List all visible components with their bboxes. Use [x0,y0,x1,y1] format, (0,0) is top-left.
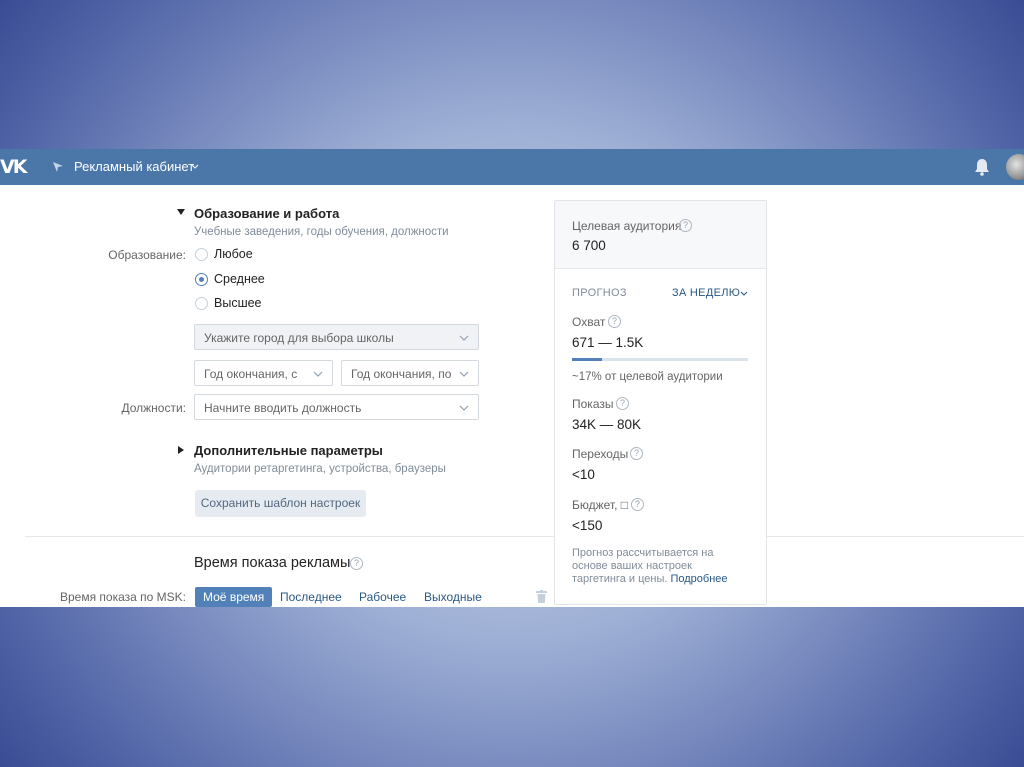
help-icon[interactable]: ? [350,557,363,570]
tab-last[interactable]: Последнее [280,589,342,605]
forecast-label: ПРОГНОЗ [572,287,627,299]
reach-progress-fill [572,358,602,361]
chevron-down-icon [459,405,469,411]
position-field-label: Должности: [121,401,186,415]
chevron-down-icon [313,371,323,377]
impressions-value: 34K — 80K [572,417,642,432]
school-city-placeholder: Укажите город для выбора школы [204,331,394,345]
collapse-arrow-icon[interactable] [177,209,185,215]
graduation-year-to-select[interactable]: Год окончания, по [341,360,479,386]
tab-working[interactable]: Рабочее [359,589,406,605]
reach-note: ~17% от целевой аудитории [572,371,723,383]
help-icon[interactable]: ? [608,315,621,328]
reach-label: Охват [572,315,606,329]
reach-value: 671 — 1.5K [572,335,644,350]
extra-params-subtitle: Аудитории ретаргетинга, устройства, брау… [194,463,446,475]
help-icon[interactable]: ? [616,397,629,410]
bell-icon[interactable] [974,158,990,176]
screenshot-frame: VK Рекламный кабинет Образование и работ… [0,149,1024,607]
extra-params-title[interactable]: Дополнительные параметры [194,443,383,459]
chevron-down-icon [459,371,469,377]
section-divider [25,536,1024,537]
expand-arrow-icon[interactable] [178,446,184,454]
clicks-label: Переходы [572,447,629,461]
help-icon[interactable]: ? [630,447,643,460]
budget-value: <150 [572,518,603,533]
chevron-down-icon[interactable] [191,164,199,170]
help-icon[interactable]: ? [631,498,644,511]
radio-higher[interactable] [195,297,208,310]
graduation-year-to-placeholder: Год окончания, по [351,367,452,381]
graduation-year-from-placeholder: Год окончания, с [204,367,298,381]
school-city-select[interactable]: Укажите город для выбора школы [194,324,479,350]
trash-icon[interactable] [536,590,547,603]
education-field-label: Образование: [108,248,186,262]
forecast-panel: Целевая аудитория ? 6 700 ПРОГНОЗ ЗА НЕД… [554,200,767,605]
help-icon[interactable]: ? [679,219,692,232]
forecast-note: Прогноз рассчитывается на основе ваших н… [572,547,747,586]
radio-secondary-label[interactable]: Среднее [214,271,265,287]
avatar[interactable] [1006,154,1024,180]
reach-progress-bar [572,358,748,361]
budget-label: Бюджет, □ [572,498,628,512]
radio-any[interactable] [195,248,208,261]
target-audience-label: Целевая аудитория [572,219,682,233]
pointer-icon [53,162,63,172]
radio-higher-label[interactable]: Высшее [214,295,262,311]
top-navigation-bar: VK Рекламный кабинет [0,149,1024,185]
education-section-subtitle: Учебные заведения, годы обучения, должно… [194,226,449,238]
radio-secondary[interactable] [195,273,208,286]
target-audience-header [555,201,766,269]
vk-logo[interactable]: VK [0,157,30,177]
ad-cabinet-menu[interactable]: Рекламный кабинет [74,159,194,175]
tab-my-time[interactable]: Моё время [195,587,273,607]
graduation-year-from-select[interactable]: Год окончания, с [194,360,333,386]
clicks-value: <10 [572,467,595,482]
chevron-down-icon [459,335,469,341]
position-placeholder: Начните вводить должность [204,401,362,415]
save-template-button[interactable]: Сохранить шаблон настроек [195,490,366,517]
education-section-title[interactable]: Образование и работа [194,206,339,222]
ad-time-title: Время показа рекламы [194,555,351,571]
tab-weekend[interactable]: Выходные [424,589,482,605]
more-details-link[interactable]: Подробнее [670,573,727,585]
radio-any-label[interactable]: Любое [214,246,253,262]
ad-time-row-label: Время показа по MSK: [59,590,186,604]
impressions-label: Показы [572,397,614,411]
target-audience-value: 6 700 [572,238,606,253]
forecast-period-select[interactable]: ЗА НЕДЕЛЮ [672,285,740,301]
chevron-down-icon[interactable] [740,291,748,296]
position-input[interactable]: Начните вводить должность [194,394,479,420]
